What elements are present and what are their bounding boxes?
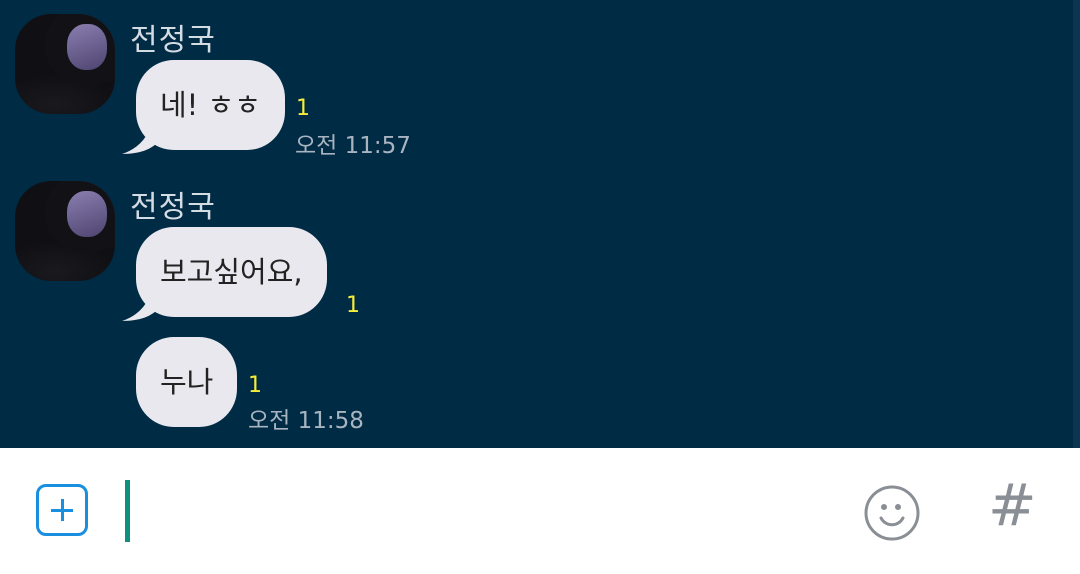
message-bubble[interactable]: 누나 — [136, 337, 238, 427]
message-input[interactable] — [140, 478, 824, 546]
avatar[interactable] — [15, 181, 115, 281]
smiley-icon[interactable] — [862, 483, 922, 543]
unread-count: 1 — [346, 293, 360, 318]
message-time: 오전 11:58 — [248, 408, 364, 434]
hashtag-icon[interactable]: # — [988, 476, 1037, 534]
plus-square-icon[interactable] — [36, 484, 88, 536]
sender-name: 전정국 — [130, 23, 216, 58]
sender-name: 전정국 — [130, 190, 216, 225]
avatar[interactable] — [15, 14, 115, 114]
message-bubble[interactable]: 보고싶어요, — [136, 227, 327, 317]
chat-scrollbar[interactable] — [1073, 0, 1080, 448]
text-caret — [125, 480, 130, 542]
message-time: 오전 11:57 — [295, 133, 411, 159]
unread-count: 1 — [248, 373, 262, 398]
chat-area: 전정국 네! ㅎㅎ 1 오전 11:57 전정국 보고싶어요, 1 누나 1 오… — [0, 0, 1080, 448]
message-bubble[interactable]: 네! ㅎㅎ — [136, 60, 285, 150]
unread-count: 1 — [296, 96, 310, 121]
